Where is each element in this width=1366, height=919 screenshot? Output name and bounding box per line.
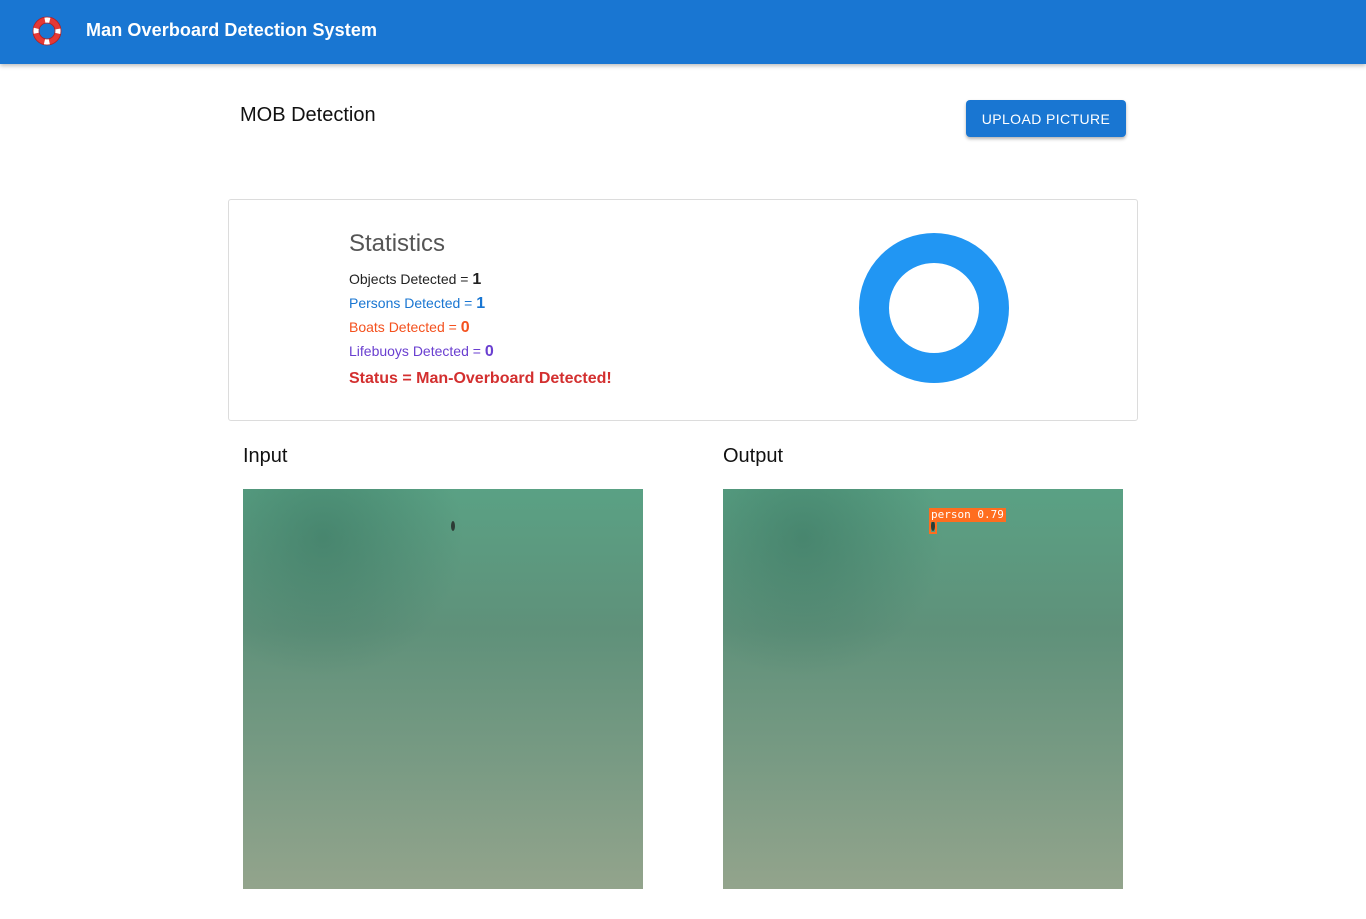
sea-image	[243, 489, 643, 889]
boats-detected-stat: Boats Detected = 0	[349, 319, 470, 337]
input-label: Input	[243, 445, 288, 467]
app-bar: Man Overboard Detection System	[0, 0, 1366, 64]
detection-donut-chart	[859, 233, 1009, 383]
detection-label: person 0.79	[929, 508, 1006, 522]
output-image: person 0.79	[723, 489, 1123, 889]
upload-picture-button[interactable]: UPLOAD PICTURE	[966, 100, 1126, 137]
objects-detected-stat: Objects Detected = 1	[349, 271, 481, 289]
boats-detected-label: Boats Detected =	[349, 319, 461, 335]
lifebuoys-detected-stat: Lifebuoys Detected = 0	[349, 343, 494, 361]
persons-detected-label: Persons Detected =	[349, 295, 477, 311]
persons-detected-stat: Persons Detected = 1	[349, 295, 485, 313]
objects-detected-value: 1	[472, 271, 482, 288]
output-label: Output	[723, 445, 784, 467]
statistics-card: Statistics Objects Detected = 1 Persons …	[228, 199, 1138, 421]
page-heading: MOB Detection	[240, 104, 376, 126]
statistics-title: Statistics	[349, 230, 446, 257]
lifebuoys-detected-label: Lifebuoys Detected =	[349, 343, 485, 359]
persons-detected-value: 1	[476, 295, 486, 312]
lifebuoy-icon	[32, 16, 62, 46]
lifebuoys-detected-value: 0	[484, 343, 494, 360]
boats-detected-value: 0	[460, 319, 470, 336]
objects-detected-label: Objects Detected =	[349, 271, 473, 287]
person-in-water	[451, 521, 455, 531]
sea-image-annotated	[723, 489, 1123, 889]
app-title: Man Overboard Detection System	[86, 20, 378, 40]
donut-slice-persons	[859, 233, 1009, 383]
status-message: Status = Man-Overboard Detected!	[349, 370, 612, 387]
input-image	[243, 489, 643, 889]
